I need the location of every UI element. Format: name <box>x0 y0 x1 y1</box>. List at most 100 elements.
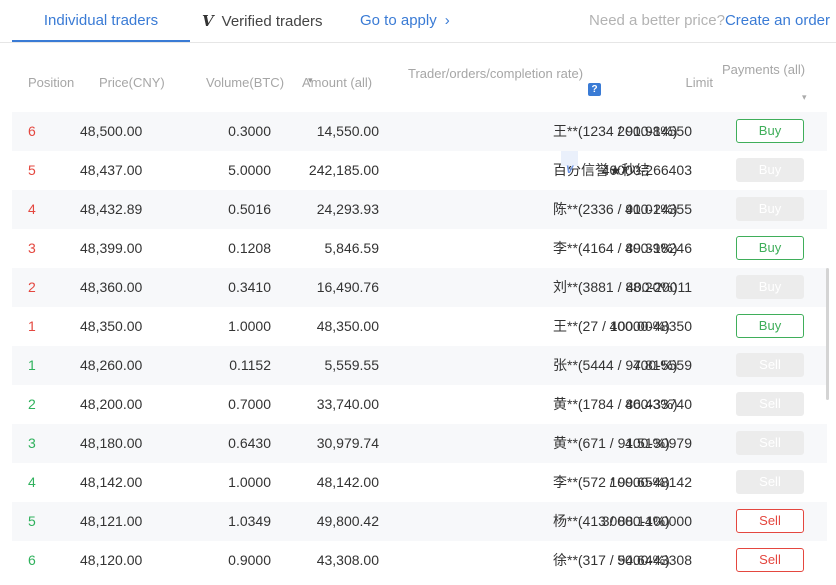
volume-cell: 1.0000 <box>228 318 271 334</box>
chevron-right-icon: › <box>444 12 450 29</box>
sell-button[interactable]: Sell <box>736 509 804 533</box>
tab-verified-label: Verified traders <box>221 13 323 30</box>
buy-button[interactable]: Buy <box>736 275 804 299</box>
table-row: 4 48,142.00 1.0000 48,142.00 李**(572 / 99.65… <box>12 463 827 502</box>
position-cell: 6 <box>28 552 36 568</box>
price-cell: 48,142.00 <box>80 474 143 490</box>
header-price: Price(CNY) <box>99 75 165 90</box>
volume-cell: 0.5016 <box>228 201 271 217</box>
tab-verified-traders[interactable]: V Verified traders <box>202 0 323 42</box>
go-to-apply-label: Go to apply <box>360 12 437 29</box>
tab-bar: Individual traders V Verified traders Go … <box>0 0 836 43</box>
limit-cell: 40000-266403 <box>601 162 692 178</box>
limit-cell: 400-30979 <box>625 435 692 451</box>
table-row: 3 48,399.00 0.1208 5,846.59 李**(4164 / 89.39… <box>12 229 827 268</box>
header-limit: Limit <box>685 75 713 90</box>
buy-button[interactable]: Buy <box>736 158 804 182</box>
limit-cell: 10000-48142 <box>609 474 692 490</box>
position-cell: 3 <box>28 435 36 451</box>
amount-cell: 33,740.00 <box>316 396 379 412</box>
volume-cell: 5.0000 <box>228 162 271 178</box>
sell-button[interactable]: Sell <box>736 353 804 377</box>
header-trader: Trader/orders/completion rate) <box>408 66 584 81</box>
amount-cell: 49,800.42 <box>316 513 379 529</box>
limit-cell: 40000-48350 <box>609 318 692 334</box>
table-row: 6 48,120.00 0.9000 43,308.00 徐**(317 / 94.64… <box>12 541 827 580</box>
amount-cell: 14,550.00 <box>316 123 379 139</box>
volume-cell: 0.7000 <box>228 396 271 412</box>
limit-cell: 30000-100000 <box>601 513 692 529</box>
price-cell: 48,500.00 <box>80 123 143 139</box>
position-cell: 3 <box>28 240 36 256</box>
table-row: 3 48,180.00 0.6430 30,979.74 黄**(671 / 91.51… <box>12 424 827 463</box>
create-order-link[interactable]: Create an order <box>725 12 830 29</box>
limit-cell: 400-24355 <box>625 201 692 217</box>
position-cell: 4 <box>28 201 36 217</box>
header-volume: Volume(BTC) <box>206 75 285 90</box>
sell-button[interactable]: Sell <box>736 431 804 455</box>
position-cell: 1 <box>28 357 36 373</box>
payments-filter-dropdown[interactable]: Payments (all) <box>722 62 805 77</box>
amount-cell: 16,490.76 <box>316 279 379 295</box>
position-cell: 6 <box>28 123 36 139</box>
amount-cell: 242,185.00 <box>308 162 379 178</box>
volume-cell: 0.9000 <box>228 552 271 568</box>
volume-cell: 0.1208 <box>228 240 271 256</box>
price-cell: 48,200.00 <box>80 396 143 412</box>
tab-individual-traders[interactable]: Individual traders <box>12 0 190 42</box>
amount-cell: 5,846.59 <box>324 240 380 256</box>
caret-down-icon: ▾ <box>308 75 313 85</box>
better-price-question: Need a better price? <box>589 12 725 29</box>
amount-cell: 43,308.00 <box>316 552 379 568</box>
help-icon[interactable]: ? <box>588 83 601 96</box>
price-cell: 48,360.00 <box>80 279 143 295</box>
sell-button[interactable]: Sell <box>736 392 804 416</box>
table-row: 1 48,260.00 0.1152 5,559.55 张**(5444 / 97.81… <box>12 346 827 385</box>
position-cell: 2 <box>28 279 36 295</box>
better-price-prompt: Need a better price?Create an order <box>589 0 830 42</box>
table-row: 1 48,350.00 1.0000 48,350.00 王**(27 / 100.00… <box>12 307 827 346</box>
position-cell: 1 <box>28 318 36 334</box>
amount-cell: 5,559.55 <box>324 357 380 373</box>
sell-button[interactable]: Sell <box>736 470 804 494</box>
verified-badge-icon: V <box>561 151 578 176</box>
amount-cell: 30,979.74 <box>316 435 379 451</box>
position-cell: 4 <box>28 474 36 490</box>
volume-cell: 1.0000 <box>228 474 271 490</box>
position-cell: 5 <box>28 162 36 178</box>
volume-cell: 0.1152 <box>229 357 271 373</box>
position-cell: 5 <box>28 513 36 529</box>
buy-button[interactable]: Buy <box>736 197 804 221</box>
volume-cell: 0.3000 <box>228 123 271 139</box>
price-cell: 48,350.00 <box>80 318 143 334</box>
limit-cell: 2000-14550 <box>617 123 692 139</box>
volume-cell: 1.0349 <box>228 513 271 529</box>
table-header: Position Price(CNY) Volume(BTC) Amount (… <box>0 42 836 112</box>
table-row: 5 48,437.00 5.0000 242,185.00 百分信誉★秒结 V 40000-… <box>12 151 827 190</box>
sell-button[interactable]: Sell <box>736 548 804 572</box>
buy-button[interactable]: Buy <box>736 314 804 338</box>
table-row: 2 48,360.00 0.3410 16,490.76 刘**(3881 / 88.2… <box>12 268 827 307</box>
table-row: 5 48,121.00 1.0349 49,800.42 杨**(413 / 88.14… <box>12 502 827 541</box>
price-cell: 48,437.00 <box>80 162 143 178</box>
volume-cell: 0.3410 <box>228 279 271 295</box>
price-cell: 48,121.00 <box>80 513 143 529</box>
go-to-apply-link[interactable]: Go to apply › <box>360 0 450 42</box>
scrollbar[interactable] <box>826 268 829 400</box>
header-position: Position <box>28 75 75 90</box>
limit-cell: 5000-43308 <box>617 552 692 568</box>
buy-button[interactable]: Buy <box>736 236 804 260</box>
price-cell: 48,260.00 <box>80 357 143 373</box>
limit-cell: 400-20011 <box>626 279 692 295</box>
order-list: 6 48,500.00 0.3000 14,550.00 王**(1234 / 91.9… <box>12 112 827 580</box>
buy-button[interactable]: Buy <box>736 119 804 143</box>
price-cell: 48,180.00 <box>80 435 143 451</box>
price-cell: 48,399.00 <box>80 240 143 256</box>
amount-cell: 48,142.00 <box>316 474 379 490</box>
caret-down-icon[interactable]: ▾ <box>802 92 807 103</box>
amount-cell: 24,293.93 <box>316 201 379 217</box>
position-cell: 2 <box>28 396 36 412</box>
price-cell: 48,120.00 <box>80 552 143 568</box>
table-row: 2 48,200.00 0.7000 33,740.00 黄**(1784 / 86.4… <box>12 385 827 424</box>
table-row: 6 48,500.00 0.3000 14,550.00 王**(1234 / 91.9… <box>12 112 827 151</box>
